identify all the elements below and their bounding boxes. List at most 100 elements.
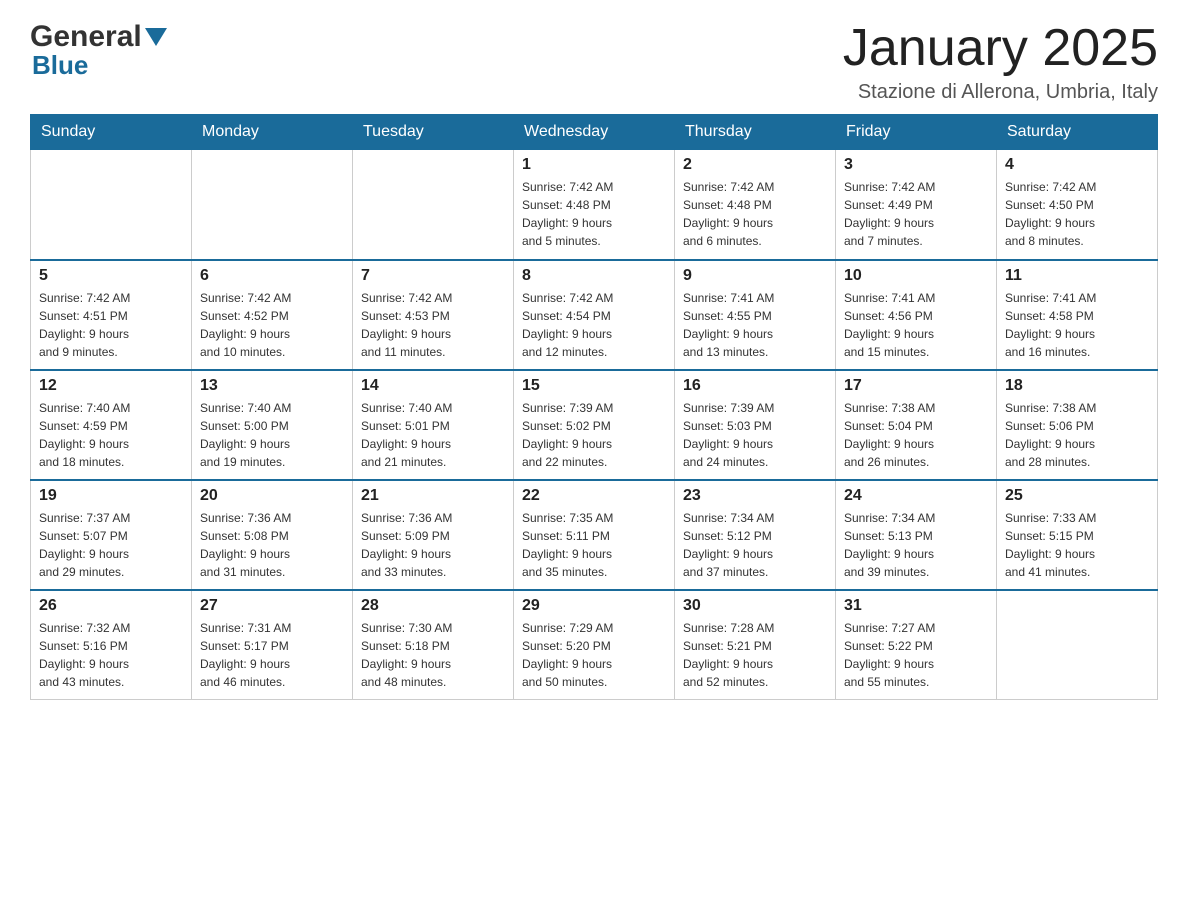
col-wednesday: Wednesday [514,115,675,150]
day-info: Sunrise: 7:38 AM Sunset: 5:06 PM Dayligh… [1005,399,1149,471]
table-row: 22 Sunrise: 7:35 AM Sunset: 5:11 PM Dayli… [514,480,675,590]
title-section: January 2025 Stazione di Allerona, Umbri… [843,20,1158,104]
day-number: 13 [200,377,344,395]
table-row: 7 Sunrise: 7:42 AM Sunset: 4:53 PM Daylig… [353,260,514,370]
table-row: 8Sunrise: 7:42 AM Sunset: 4:54 PM Daylig… [514,260,675,370]
day-number: 23 [683,487,827,505]
table-row [997,590,1158,700]
calendar-week-row: 12Sunrise: 7:40 AM Sunset: 4:59 PM Dayli… [31,370,1158,480]
table-row: 23 Sunrise: 7:34 AM Sunset: 5:12 PM Dayli… [675,480,836,590]
day-number: 20 [200,487,344,505]
day-info: Sunrise: 7:32 AM Sunset: 5:16 PM Dayligh… [39,619,183,691]
table-row: 6Sunrise: 7:42 AM Sunset: 4:52 PM Daylig… [192,260,353,370]
day-number: 3 [844,156,988,174]
day-info: Sunrise: 7:36 AM Sunset: 5:09 PM Dayligh… [361,509,505,581]
day-number: 8 [522,267,666,285]
day-number: 31 [844,597,988,615]
table-row: 16Sunrise: 7:39 AM Sunset: 5:03 PM Dayli… [675,370,836,480]
day-number: 1 [522,156,666,174]
day-info: Sunrise: 7:33 AM Sunset: 5:15 PM Dayligh… [1005,509,1149,581]
col-saturday: Saturday [997,115,1158,150]
calendar-week-row: 19 Sunrise: 7:37 AM Sunset: 5:07 PM Dayli… [31,480,1158,590]
day-number: 29 [522,597,666,615]
day-info: Sunrise: 7:34 AM Sunset: 5:13 PM Dayligh… [844,509,988,581]
table-row [192,150,353,260]
day-info: Sunrise: 7:42 AM Sunset: 4:53 PM Dayligh… [361,289,505,361]
day-info: Sunrise: 7:39 AM Sunset: 5:03 PM Dayligh… [683,399,827,471]
day-info: Sunrise: 7:35 AM Sunset: 5:11 PM Dayligh… [522,509,666,581]
day-number: 26 [39,597,183,615]
table-row: 19 Sunrise: 7:37 AM Sunset: 5:07 PM Dayli… [31,480,192,590]
table-row: 5 Sunrise: 7:42 AM Sunset: 4:51 PM Daylig… [31,260,192,370]
day-info: Sunrise: 7:37 AM Sunset: 5:07 PM Dayligh… [39,509,183,581]
table-row: 11 Sunrise: 7:41 AM Sunset: 4:58 PM Dayli… [997,260,1158,370]
table-row: 21 Sunrise: 7:36 AM Sunset: 5:09 PM Dayli… [353,480,514,590]
day-info: Sunrise: 7:31 AM Sunset: 5:17 PM Dayligh… [200,619,344,691]
table-row: 4Sunrise: 7:42 AM Sunset: 4:50 PM Daylig… [997,150,1158,260]
table-row: 1Sunrise: 7:42 AM Sunset: 4:48 PM Daylig… [514,150,675,260]
day-number: 22 [522,487,666,505]
table-row: 10 Sunrise: 7:41 AM Sunset: 4:56 PM Dayli… [836,260,997,370]
day-info: Sunrise: 7:36 AM Sunset: 5:08 PM Dayligh… [200,509,344,581]
day-number: 11 [1005,267,1149,285]
day-info: Sunrise: 7:38 AM Sunset: 5:04 PM Dayligh… [844,399,988,471]
day-info: Sunrise: 7:27 AM Sunset: 5:22 PM Dayligh… [844,619,988,691]
table-row: 9Sunrise: 7:41 AM Sunset: 4:55 PM Daylig… [675,260,836,370]
day-number: 5 [39,267,183,285]
table-row: 29 Sunrise: 7:29 AM Sunset: 5:20 PM Dayli… [514,590,675,700]
table-row: 30Sunrise: 7:28 AM Sunset: 5:21 PM Dayli… [675,590,836,700]
day-info: Sunrise: 7:30 AM Sunset: 5:18 PM Dayligh… [361,619,505,691]
logo: General Blue [30,20,167,81]
logo-triangle-icon [145,28,167,46]
col-monday: Monday [192,115,353,150]
table-row: 17Sunrise: 7:38 AM Sunset: 5:04 PM Dayli… [836,370,997,480]
col-thursday: Thursday [675,115,836,150]
day-info: Sunrise: 7:41 AM Sunset: 4:55 PM Dayligh… [683,289,827,361]
day-info: Sunrise: 7:40 AM Sunset: 4:59 PM Dayligh… [39,399,183,471]
table-row: 31 Sunrise: 7:27 AM Sunset: 5:22 PM Dayli… [836,590,997,700]
day-number: 2 [683,156,827,174]
calendar-week-row: 1 Sunrise: 7:42 AM Sunset: 4:48 PM Daylig… [31,150,1158,260]
table-row: 26 Sunrise: 7:32 AM Sunset: 5:16 PM Dayli… [31,590,192,700]
table-row: 12Sunrise: 7:40 AM Sunset: 4:59 PM Dayli… [31,370,192,480]
page-header: General Blue January 2025 Stazione di Al… [30,20,1158,104]
day-info: Sunrise: 7:41 AM Sunset: 4:58 PM Dayligh… [1005,289,1149,361]
day-number: 27 [200,597,344,615]
day-number: 7 [361,267,505,285]
table-row: 20 Sunrise: 7:36 AM Sunset: 5:08 PM Dayli… [192,480,353,590]
calendar-week-row: 26 Sunrise: 7:32 AM Sunset: 5:16 PM Dayli… [31,590,1158,700]
col-friday: Friday [836,115,997,150]
table-row: 28Sunrise: 7:30 AM Sunset: 5:18 PM Dayli… [353,590,514,700]
table-row: 24 Sunrise: 7:34 AM Sunset: 5:13 PM Dayli… [836,480,997,590]
table-row: 25 Sunrise: 7:33 AM Sunset: 5:15 PM Dayli… [997,480,1158,590]
day-number: 19 [39,487,183,505]
day-info: Sunrise: 7:42 AM Sunset: 4:48 PM Dayligh… [683,178,827,250]
day-number: 25 [1005,487,1149,505]
day-info: Sunrise: 7:34 AM Sunset: 5:12 PM Dayligh… [683,509,827,581]
day-info: Sunrise: 7:28 AM Sunset: 5:21 PM Dayligh… [683,619,827,691]
day-info: Sunrise: 7:42 AM Sunset: 4:49 PM Dayligh… [844,178,988,250]
calendar-header-row: Sunday Monday Tuesday Wednesday Thursday… [31,115,1158,150]
location-subtitle: Stazione di Allerona, Umbria, Italy [843,81,1158,104]
table-row: 27 Sunrise: 7:31 AM Sunset: 5:17 PM Dayli… [192,590,353,700]
day-number: 24 [844,487,988,505]
table-row: 18Sunrise: 7:38 AM Sunset: 5:06 PM Dayli… [997,370,1158,480]
day-info: Sunrise: 7:29 AM Sunset: 5:20 PM Dayligh… [522,619,666,691]
day-number: 21 [361,487,505,505]
table-row: 14Sunrise: 7:40 AM Sunset: 5:01 PM Dayli… [353,370,514,480]
day-info: Sunrise: 7:41 AM Sunset: 4:56 PM Dayligh… [844,289,988,361]
day-number: 10 [844,267,988,285]
table-row: 15Sunrise: 7:39 AM Sunset: 5:02 PM Dayli… [514,370,675,480]
month-title: January 2025 [843,20,1158,77]
calendar-week-row: 5 Sunrise: 7:42 AM Sunset: 4:51 PM Daylig… [31,260,1158,370]
day-info: Sunrise: 7:42 AM Sunset: 4:50 PM Dayligh… [1005,178,1149,250]
day-info: Sunrise: 7:42 AM Sunset: 4:51 PM Dayligh… [39,289,183,361]
table-row [353,150,514,260]
day-info: Sunrise: 7:40 AM Sunset: 5:01 PM Dayligh… [361,399,505,471]
day-info: Sunrise: 7:40 AM Sunset: 5:00 PM Dayligh… [200,399,344,471]
col-sunday: Sunday [31,115,192,150]
day-info: Sunrise: 7:42 AM Sunset: 4:52 PM Dayligh… [200,289,344,361]
logo-general-text: General [30,20,142,54]
table-row: 2 Sunrise: 7:42 AM Sunset: 4:48 PM Daylig… [675,150,836,260]
table-row: 3 Sunrise: 7:42 AM Sunset: 4:49 PM Daylig… [836,150,997,260]
